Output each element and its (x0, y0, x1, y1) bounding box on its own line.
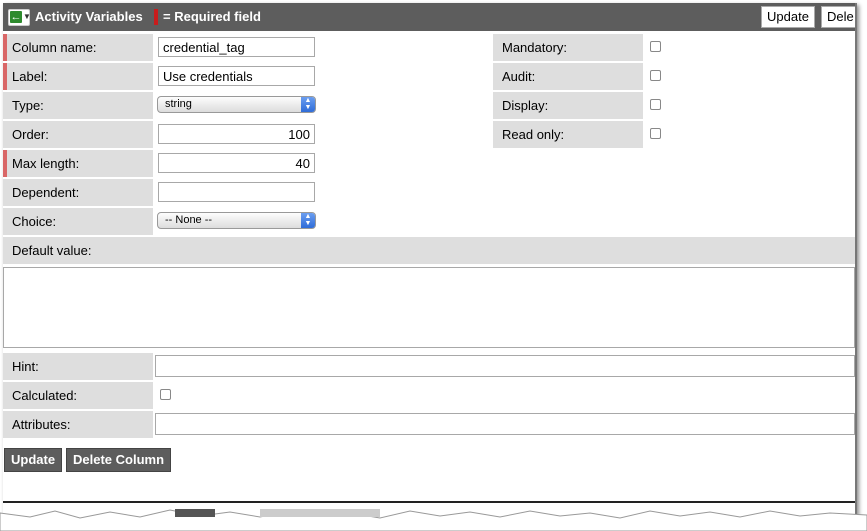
default-value-label: Default value: (3, 237, 855, 264)
default-value-textarea[interactable] (3, 267, 855, 348)
type-select-value: string (165, 98, 192, 110)
choice-select-value: -- None -- (165, 214, 213, 226)
header-update-button[interactable]: Update (761, 6, 815, 28)
update-button[interactable]: Update (4, 448, 63, 472)
choice-select[interactable]: -- None -- ▲ ▼ (157, 212, 316, 229)
type-label: Type: (3, 92, 153, 119)
max-length-label: Max length: (3, 150, 153, 177)
column-name-label: Column name: (3, 34, 153, 61)
calculated-checkbox[interactable] (160, 389, 171, 400)
required-marker-icon (154, 9, 158, 25)
form-title: Activity Variables (35, 9, 143, 24)
display-label: Display: (493, 92, 643, 119)
chevron-down-icon: ▼ (23, 12, 31, 21)
delete-column-button[interactable]: Delete Column (66, 448, 172, 472)
divider (3, 501, 855, 503)
torn-edge-decoration (0, 509, 867, 531)
read-only-checkbox[interactable] (650, 128, 661, 139)
required-field-legend: = Required field (163, 9, 261, 24)
order-label: Order: (3, 121, 153, 148)
choice-label: Choice: (3, 208, 153, 235)
column-name-input[interactable] (158, 37, 315, 57)
attributes-input[interactable] (155, 413, 855, 435)
label-input[interactable] (158, 66, 315, 86)
left-arrow-icon: ← (10, 11, 22, 23)
back-button[interactable]: ← ▼ (8, 9, 31, 26)
hint-input[interactable] (155, 355, 855, 377)
form-header: ← ▼ Activity Variables = Required field … (3, 3, 855, 31)
dependent-label: Dependent: (3, 179, 153, 206)
order-input[interactable] (158, 124, 315, 144)
attributes-label: Attributes: (3, 411, 153, 438)
mandatory-label: Mandatory: (493, 34, 643, 61)
select-arrows-icon: ▲ ▼ (301, 213, 315, 228)
dependent-input[interactable] (158, 182, 315, 202)
select-arrows-icon: ▲ ▼ (301, 97, 315, 112)
header-delete-button[interactable]: Dele (821, 6, 855, 28)
label-label: Label: (3, 63, 153, 90)
audit-checkbox[interactable] (650, 70, 661, 81)
max-length-input[interactable] (158, 153, 315, 173)
read-only-label: Read only: (493, 121, 643, 148)
activity-variables-form: ← ▼ Activity Variables = Required field … (3, 3, 857, 521)
display-checkbox[interactable] (650, 99, 661, 110)
audit-label: Audit: (493, 63, 643, 90)
hint-label: Hint: (3, 353, 153, 380)
calculated-label: Calculated: (3, 382, 153, 409)
mandatory-checkbox[interactable] (650, 41, 661, 52)
type-select[interactable]: string ▲ ▼ (157, 96, 316, 113)
